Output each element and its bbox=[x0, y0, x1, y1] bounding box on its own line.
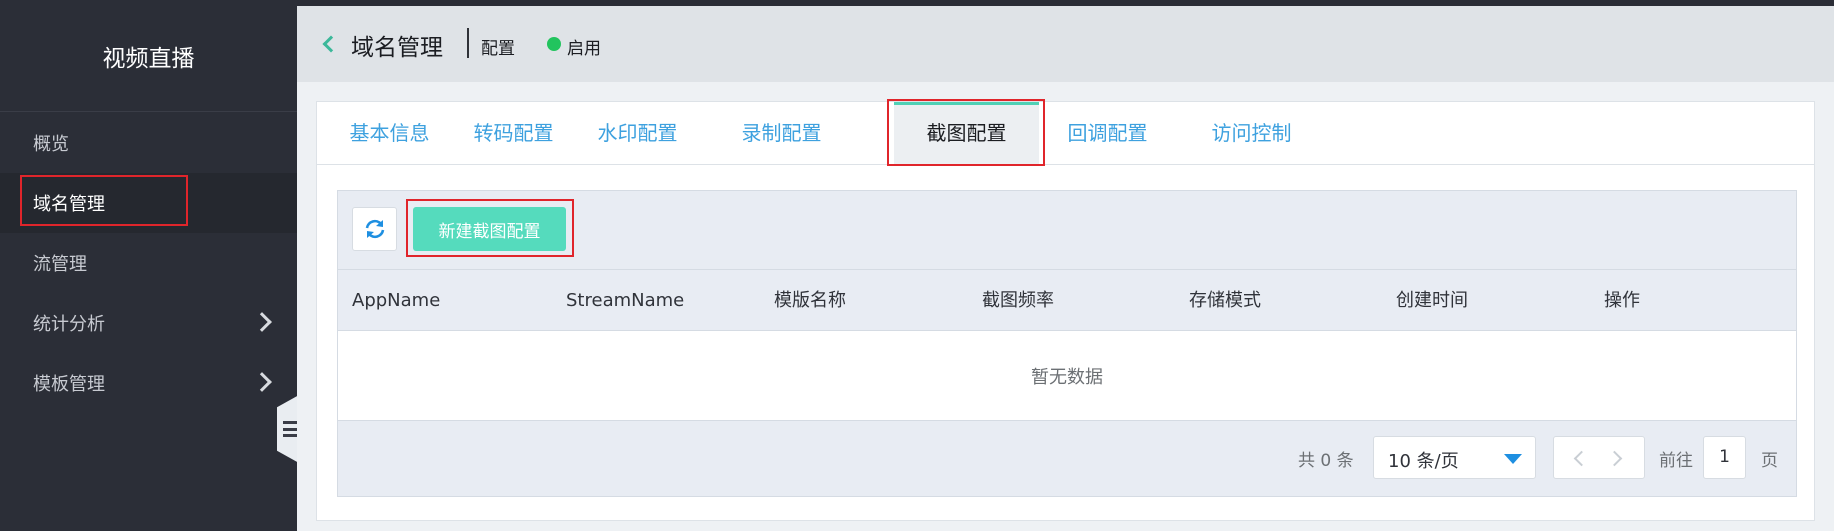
sidebar-item-template-management[interactable]: 模板管理 bbox=[0, 353, 297, 413]
screenshot-config-panel: 新建截图配置 AppName StreamName 模版名称 截图频率 存储模式… bbox=[337, 190, 1797, 497]
column-header-screenshot-frequency: 截图频率 bbox=[982, 290, 1054, 311]
sidebar: 视频直播 概览 域名管理 流管理 统计分析 模板管理 bbox=[0, 0, 297, 531]
tab-watermark[interactable]: 水印配置 bbox=[575, 102, 700, 165]
tab-access-control[interactable]: 访问控制 bbox=[1189, 102, 1314, 165]
status-dot-icon bbox=[547, 37, 561, 51]
chevron-left-icon[interactable] bbox=[1573, 450, 1590, 467]
column-header-created-time: 创建时间 bbox=[1396, 290, 1468, 311]
breadcrumb-section: 配置 bbox=[481, 39, 515, 59]
column-header-storage-mode: 存储模式 bbox=[1189, 290, 1261, 311]
chevron-right-icon bbox=[252, 372, 272, 392]
page-header: 域名管理 配置 启用 bbox=[297, 6, 1834, 82]
sidebar-item-overview[interactable]: 概览 bbox=[0, 113, 297, 173]
config-tabs: 基本信息 转码配置 水印配置 录制配置 截图配置 回调配置 访问控制 bbox=[317, 99, 1814, 166]
table-empty-state: 暂无数据 bbox=[338, 331, 1796, 421]
sidebar-item-label: 流管理 bbox=[33, 254, 87, 275]
chevron-right-icon[interactable] bbox=[1606, 450, 1623, 467]
sidebar-item-label: 统计分析 bbox=[33, 314, 105, 335]
sidebar-item-label: 模板管理 bbox=[33, 374, 105, 395]
page-size-select[interactable]: 10 条/页 bbox=[1373, 436, 1536, 479]
tab-callback[interactable]: 回调配置 bbox=[1045, 102, 1170, 165]
tab-transcode[interactable]: 转码配置 bbox=[451, 102, 576, 165]
back-arrow-icon[interactable] bbox=[322, 35, 340, 53]
page-size-value: 10 条/页 bbox=[1388, 451, 1459, 472]
page-nav bbox=[1553, 436, 1645, 479]
pagination-total: 共 0 条 bbox=[1298, 451, 1354, 471]
highlight-box-domain-management bbox=[20, 175, 188, 226]
column-header-template-name: 模版名称 bbox=[774, 290, 846, 311]
highlight-box-screenshot-tab bbox=[887, 99, 1045, 166]
config-card: 基本信息 转码配置 水印配置 录制配置 截图配置 回调配置 访问控制 新建截图配… bbox=[316, 99, 1815, 521]
sidebar-item-label: 概览 bbox=[33, 134, 69, 155]
tab-basic-info[interactable]: 基本信息 bbox=[327, 102, 452, 165]
page-suffix: 页 bbox=[1761, 451, 1778, 471]
sidebar-item-statistics[interactable]: 统计分析 bbox=[0, 293, 297, 353]
highlight-box-new-button bbox=[406, 199, 574, 257]
column-header-appname: AppName bbox=[352, 290, 441, 311]
refresh-icon bbox=[365, 219, 384, 239]
main-content: 域名管理 配置 启用 基本信息 转码配置 水印配置 录制配置 截图配置 回调配置… bbox=[297, 6, 1834, 531]
table-header: AppName StreamName 模版名称 截图频率 存储模式 创建时间 操… bbox=[338, 269, 1796, 331]
column-header-streamname: StreamName bbox=[566, 290, 685, 311]
refresh-button[interactable] bbox=[352, 207, 397, 251]
goto-label: 前往 bbox=[1659, 451, 1693, 471]
tab-recording[interactable]: 录制配置 bbox=[719, 102, 844, 165]
sidebar-title: 视频直播 bbox=[0, 0, 297, 112]
caret-down-icon bbox=[1504, 454, 1522, 464]
sidebar-item-stream-management[interactable]: 流管理 bbox=[0, 233, 297, 293]
chevron-right-icon bbox=[252, 312, 272, 332]
pagination: 共 0 条 10 条/页 前往 1 页 bbox=[338, 421, 1796, 496]
status-label: 启用 bbox=[567, 39, 601, 59]
header-divider bbox=[467, 28, 469, 58]
page-title: 域名管理 bbox=[351, 35, 443, 61]
page-number-input[interactable]: 1 bbox=[1703, 436, 1746, 479]
column-header-actions: 操作 bbox=[1604, 290, 1640, 311]
menu-collapse-icon bbox=[283, 421, 297, 437]
